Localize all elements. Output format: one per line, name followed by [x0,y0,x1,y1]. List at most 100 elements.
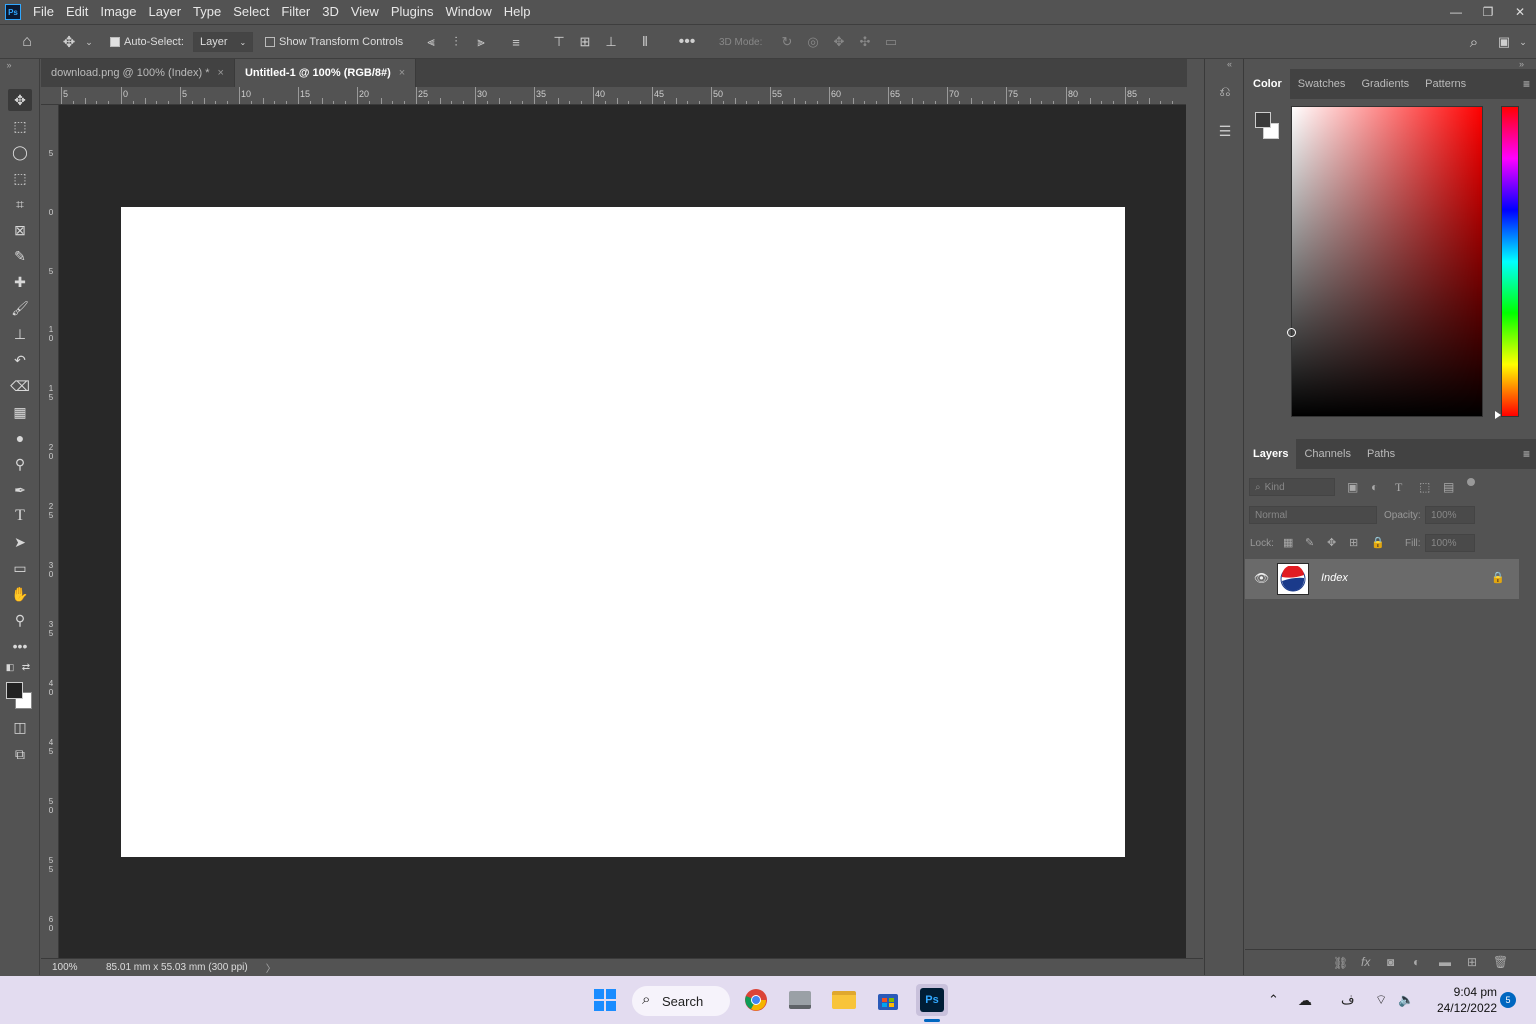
fill-field[interactable]: 100% [1425,534,1475,552]
hand-tool-icon[interactable]: ✋ [8,583,32,605]
distribute-horizontal-icon[interactable]: ⫴ [636,33,654,51]
layer-name[interactable]: Index [1321,572,1348,584]
language-indicator[interactable]: ف [1341,992,1354,1008]
crop-tool-icon[interactable]: ⌗ [8,193,32,215]
lock-all-icon[interactable]: 🔒 [1371,536,1385,549]
drive-app-icon[interactable] [784,984,816,1016]
onedrive-icon[interactable]: ☁ [1298,992,1312,1009]
eye-visibility-icon[interactable]: 👁 [1254,571,1269,585]
filter-type-icon[interactable]: T [1395,480,1402,495]
pan-3d-icon[interactable]: ✥ [830,33,848,51]
menu-window[interactable]: Window [439,0,497,24]
collapse-icon[interactable]: » [1519,59,1524,69]
gradient-tool-icon[interactable]: ▦ [8,401,32,423]
panel-menu-icon[interactable]: ≡ [1523,77,1530,91]
foreground-color-swatch[interactable] [1255,112,1271,128]
menu-layer[interactable]: Layer [143,0,188,24]
search-icon[interactable]: ⌕ [1465,33,1483,51]
blend-mode-dropdown[interactable]: Normal [1249,506,1377,524]
delete-layer-icon[interactable]: 🗑 [1493,955,1508,969]
move-tool-icon[interactable]: ✥ [60,33,78,51]
menu-file[interactable]: File [27,0,60,24]
menu-view[interactable]: View [345,0,385,24]
menu-3d[interactable]: 3D [316,0,345,24]
zoom-tool-icon[interactable]: ⚲ [8,609,32,631]
zoom-level[interactable]: 100% [52,962,106,973]
show-hidden-icons-icon[interactable]: ⌃ [1268,992,1279,1008]
hue-slider[interactable] [1495,106,1519,419]
close-icon[interactable]: ✕ [1504,0,1536,24]
eraser-tool-icon[interactable]: ⌫ [8,375,32,397]
blur-tool-icon[interactable]: ● [8,427,32,449]
tab-paths[interactable]: Paths [1359,439,1403,469]
tab-untitled-1[interactable]: Untitled-1 @ 100% (RGB/8#) × [234,59,417,87]
color-picker-cursor[interactable] [1287,328,1296,337]
home-icon[interactable]: ⌂ [18,33,36,51]
minimize-icon[interactable]: — [1440,0,1472,24]
foreground-color-swatch[interactable] [6,682,23,699]
align-right-icon[interactable]: ⫸ [472,33,490,51]
history-brush-tool-icon[interactable]: ↶ [8,349,32,371]
checkbox-checked-icon[interactable] [110,37,120,47]
filter-pixel-icon[interactable]: ▣ [1347,480,1358,494]
auto-select-checkbox[interactable]: Auto-Select: [110,33,184,51]
volume-icon[interactable]: 🔈 [1398,992,1414,1008]
filter-toggle-icon[interactable] [1467,478,1475,486]
brush-tool-icon[interactable]: 🖌 [8,297,32,319]
layer-lock-icon[interactable]: 🔒 [1491,571,1505,584]
more-options-icon[interactable]: ••• [678,33,696,51]
dodge-tool-icon[interactable]: ⚲ [8,453,32,475]
new-group-icon[interactable]: ▬ [1439,955,1451,969]
tab-channels[interactable]: Channels [1296,439,1358,469]
distribute-vertical-icon[interactable]: ≡ [507,33,525,51]
fx-icon[interactable]: fx [1361,955,1370,969]
new-layer-icon[interactable]: ⊞ [1467,955,1477,969]
layer-row[interactable]: 👁 Index 🔒 [1245,559,1519,599]
taskbar-search[interactable]: ⌕ Search [632,986,730,1016]
align-left-icon[interactable]: ⫷ [422,33,440,51]
color-field[interactable] [1287,106,1483,417]
photoshop-taskbar-icon[interactable]: Ps [916,984,948,1016]
workspace-icon[interactable]: ▣ [1495,33,1513,51]
filter-adjustment-icon[interactable]: ◐ [1371,480,1378,494]
tab-layers[interactable]: Layers [1245,439,1297,469]
lock-transparent-icon[interactable]: ▦ [1283,536,1293,549]
lock-image-icon[interactable]: ✎ [1305,536,1314,549]
collapse-icon[interactable]: « [1227,59,1232,69]
close-icon[interactable]: × [218,67,224,79]
start-icon[interactable] [589,984,621,1016]
edit-toolbar-icon[interactable]: ••• [8,635,32,657]
menu-image[interactable]: Image [94,0,142,24]
chevron-down-icon[interactable]: ⌄ [82,33,96,51]
add-mask-icon[interactable]: ◙ [1387,955,1394,969]
frame-tool-icon[interactable]: ⊠ [8,219,32,241]
document-canvas[interactable] [121,207,1125,857]
pen-tool-icon[interactable]: ✒ [8,479,32,501]
healing-brush-tool-icon[interactable]: ✚ [8,271,32,293]
type-tool-icon[interactable]: T [8,505,32,527]
scale-3d-icon[interactable]: ▭ [882,33,900,51]
screen-mode-icon[interactable]: ⧉ [8,743,32,765]
show-transform-checkbox[interactable]: Show Transform Controls [265,33,403,51]
link-layers-icon[interactable]: ⛓ [1333,956,1348,970]
vertical-ruler[interactable]: 5051015202530354045505560 [41,105,59,958]
opacity-field[interactable]: 100% [1425,506,1475,524]
file-explorer-icon[interactable] [828,984,860,1016]
close-icon[interactable]: × [399,67,405,79]
lock-position-icon[interactable]: ✥ [1327,536,1336,549]
restore-icon[interactable]: ❐ [1472,0,1504,24]
adjustments-panel-icon[interactable]: ☰ [1215,123,1235,143]
expand-icon[interactable]: » [3,59,15,71]
object-selection-tool-icon[interactable]: ⬚ [8,167,32,189]
lasso-tool-icon[interactable]: ◯ [8,141,32,163]
history-panel-icon[interactable]: ⎌ [1215,83,1235,103]
marquee-tool-icon[interactable]: ⬚ [8,115,32,137]
menu-help[interactable]: Help [498,0,537,24]
tab-gradients[interactable]: Gradients [1353,69,1417,99]
panel-menu-icon[interactable]: ≡ [1523,447,1530,461]
move-tool-icon[interactable]: ✥ [8,89,32,111]
eyedropper-tool-icon[interactable]: ✎ [8,245,32,267]
tab-patterns[interactable]: Patterns [1417,69,1474,99]
menu-filter[interactable]: Filter [275,0,316,24]
horizontal-ruler[interactable]: 5 0 5 10 15 20 25 30 35 40 45 50 55 60 65 70 75 80 85 [41,87,1186,105]
